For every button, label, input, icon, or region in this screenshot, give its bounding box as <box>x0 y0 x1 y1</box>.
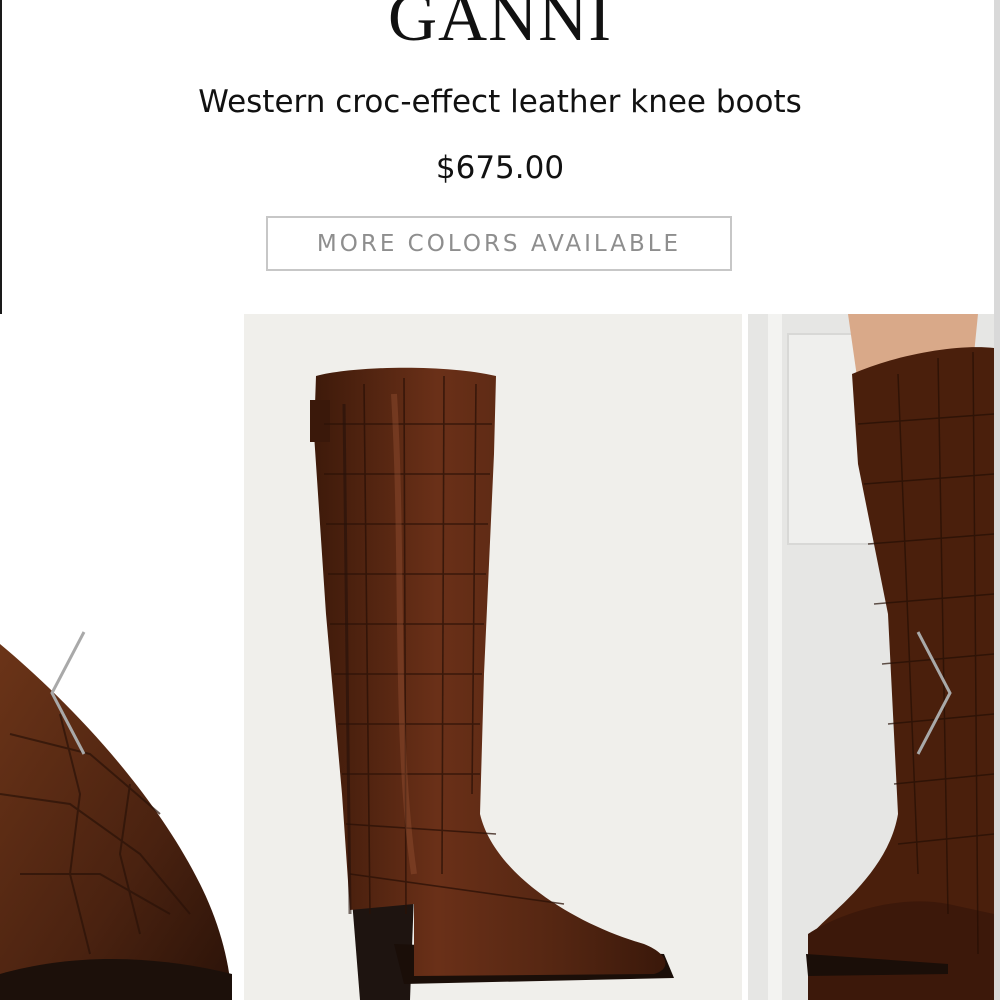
product-image-prev[interactable] <box>0 314 236 1000</box>
product-image-carousel[interactable] <box>0 314 1000 1000</box>
brand-logo[interactable]: GANNI <box>0 0 1000 57</box>
chevron-right-icon <box>916 631 952 755</box>
product-image-main[interactable] <box>244 314 742 1000</box>
product-price: $675.00 <box>435 150 565 186</box>
carousel-prev-button[interactable] <box>46 628 94 758</box>
carousel-next-button[interactable] <box>910 628 958 758</box>
more-colors-button[interactable]: MORE COLORS AVAILABLE <box>266 216 732 271</box>
chevron-left-icon <box>50 631 86 755</box>
product-title: Western croc-effect leather knee boots <box>198 84 802 120</box>
